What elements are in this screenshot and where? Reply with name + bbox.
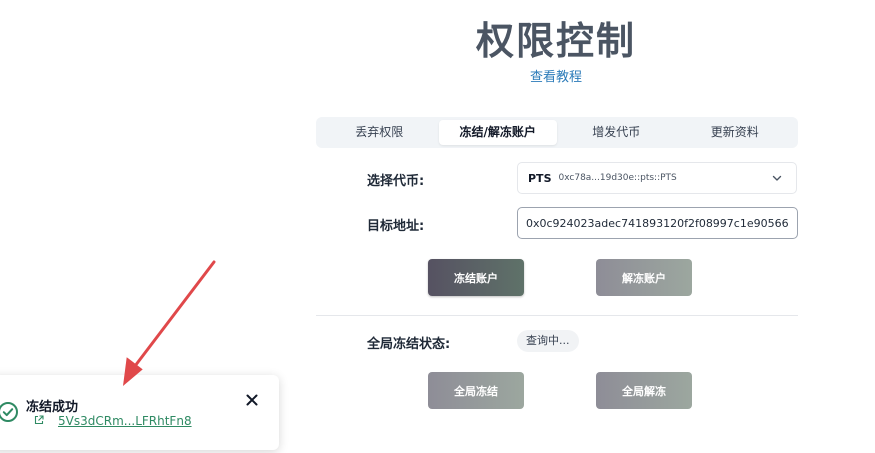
tab-mint-tokens[interactable]: 增发代币 [557,120,676,145]
check-circle-icon [0,402,18,422]
close-icon[interactable] [245,393,259,407]
external-link-icon [34,415,44,425]
freeze-account-button[interactable]: 冻结账户 [428,259,524,296]
target-address-input[interactable] [517,207,798,239]
success-toast: 冻结成功 5Vs3dCRm...LFRhtFn8 [0,375,279,450]
tab-freeze-unfreeze[interactable]: 冻结/解冻账户 [438,120,557,145]
toast-title: 冻结成功 [26,400,79,415]
section-divider [316,315,798,316]
tutorial-link[interactable]: 查看教程 [0,66,875,85]
chevron-down-icon [772,175,782,181]
token-symbol: PTS [528,171,552,185]
target-address-label: 目标地址: [367,219,425,234]
tab-bar: 丢弃权限 冻结/解冻账户 增发代币 更新资料 [316,117,798,148]
transaction-link[interactable]: 5Vs3dCRm...LFRhtFn8 [58,414,192,428]
tab-renounce-authority[interactable]: 丢弃权限 [320,120,439,145]
global-freeze-status-label: 全局冻结状态: [367,337,451,352]
global-freeze-button[interactable]: 全局冻结 [428,372,524,409]
global-freeze-status-badge: 查询中... [517,330,579,352]
unfreeze-account-button[interactable]: 解冻账户 [596,259,692,296]
token-select[interactable]: PTS 0xc78a...19d30e::pts::PTS [517,162,797,194]
token-select-label: 选择代币: [367,174,425,189]
global-unfreeze-button[interactable]: 全局解冻 [596,372,692,409]
token-address: 0xc78a...19d30e::pts::PTS [558,173,677,183]
page-title: 权限控制 [475,19,636,63]
tab-update-metadata[interactable]: 更新资料 [676,120,795,145]
